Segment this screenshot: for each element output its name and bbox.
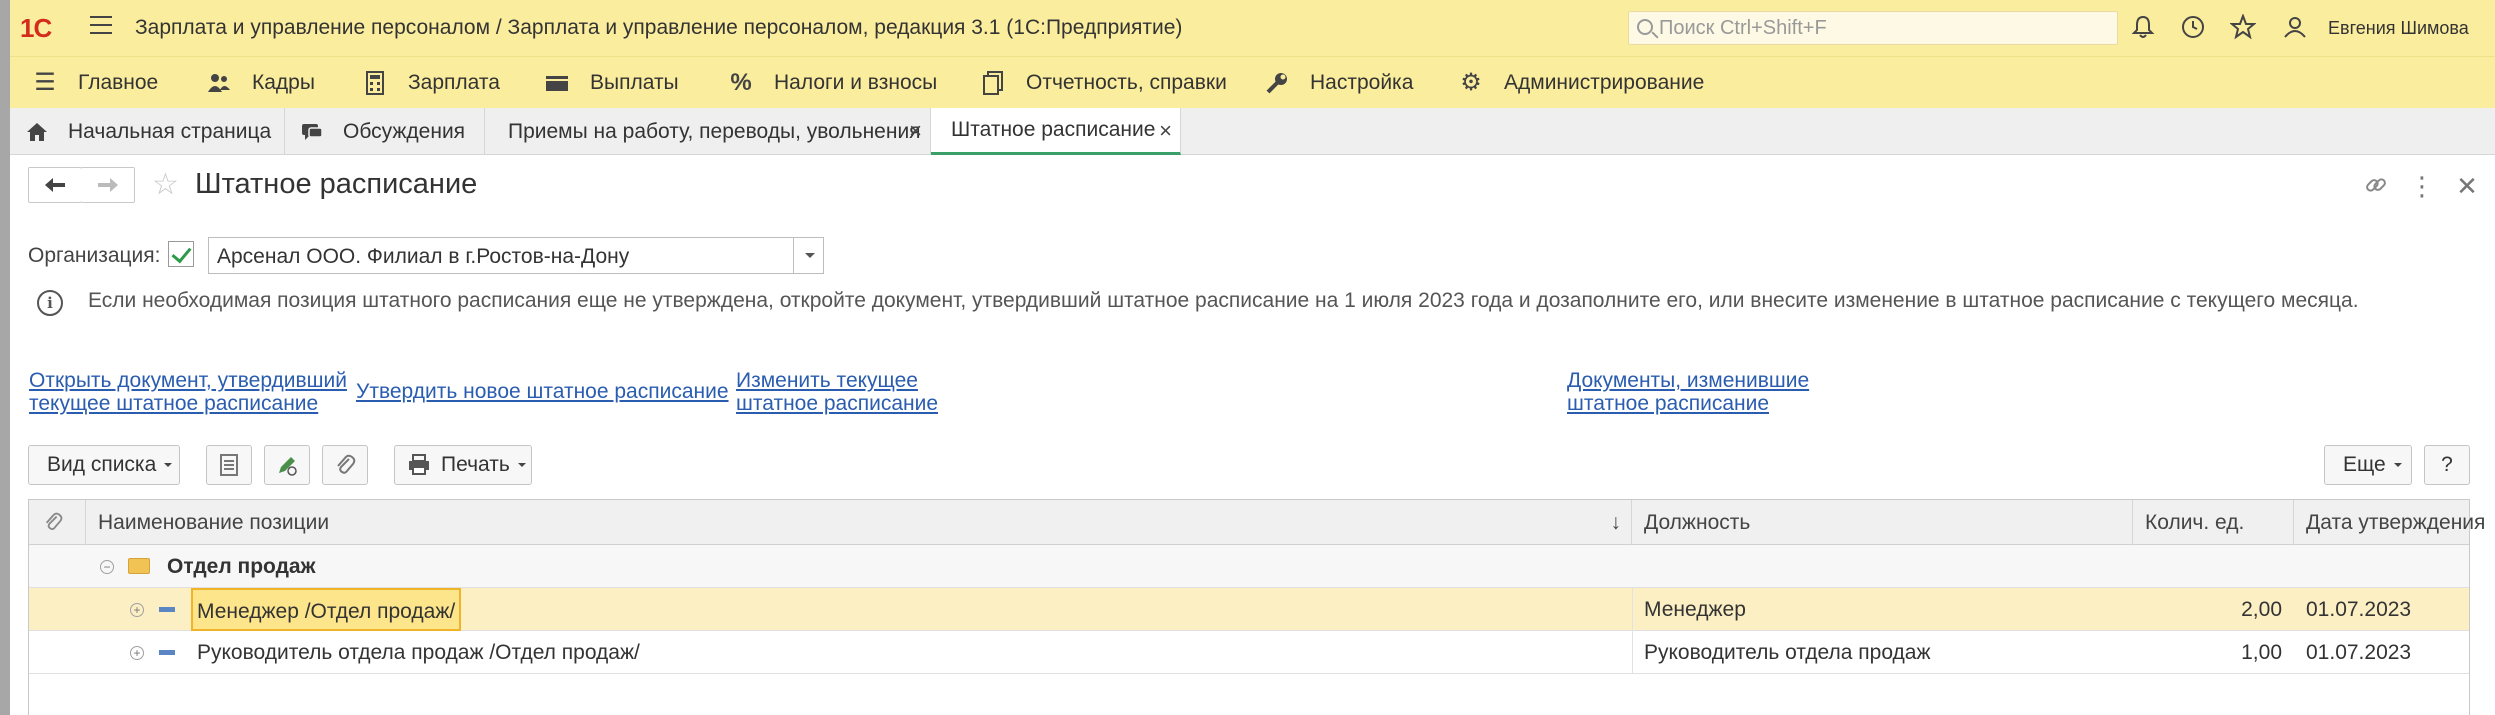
dropdown-caret-icon (2393, 463, 2402, 467)
group-name: Отдел продаж (167, 555, 316, 578)
changing-docs-link[interactable]: Документы, изменившие штатное расписание (1567, 369, 1809, 415)
tab-staffing[interactable]: Штатное расписание × (931, 108, 1181, 155)
org-value: Арсенал ООО. Филиал в г.Ростов-на-Дону (217, 245, 630, 268)
list-view-button[interactable]: Вид списка (28, 445, 180, 485)
wallet-icon (544, 70, 570, 96)
search-icon (1637, 19, 1653, 35)
table-row[interactable]: + Руководитель отдела продаж /Отдел прод… (29, 631, 2469, 674)
info-text: Если необходимая позиция штатного распис… (88, 289, 2359, 312)
paperclip-icon (45, 512, 63, 530)
row-position: Менеджер (1644, 598, 1746, 621)
menu-item-main[interactable]: ☰ Главное (32, 57, 158, 109)
table-header: Наименование позиции ↓ Должность Колич. … (29, 500, 2485, 545)
row-position: Руководитель отдела продаж (1644, 641, 1931, 664)
left-panel-strip (0, 0, 10, 715)
menu-item-taxes[interactable]: % Налоги и взносы (728, 57, 937, 109)
print-button[interactable]: Печать (394, 445, 532, 485)
info-icon: i (37, 290, 63, 316)
tab-hiring[interactable]: Приемы на работу, переводы, увольнения × (485, 108, 931, 155)
staffing-table: Наименование позиции ↓ Должность Колич. … (28, 499, 2485, 715)
chevron-down-icon[interactable] (793, 238, 823, 273)
folder-icon (128, 558, 150, 574)
table-row[interactable]: + Менеджер /Отдел продаж/ Менеджер 2,00 … (29, 588, 2469, 631)
row-name[interactable]: Менеджер /Отдел продаж/ (191, 588, 462, 631)
row-count: 2,00 (2241, 598, 2282, 621)
column-header-count[interactable]: Колич. ед. (2133, 500, 2294, 545)
more-vertical-icon[interactable]: ⋮ (2408, 172, 2436, 200)
column-divider (1632, 588, 1633, 674)
window-title: Зарплата и управление персоналом / Зарпл… (135, 16, 1183, 39)
column-header-position[interactable]: Должность (1632, 500, 2133, 545)
attachment-column-header[interactable] (29, 500, 86, 545)
change-current-link[interactable]: Изменить текущее штатное расписание (736, 369, 938, 415)
close-icon[interactable]: ✕ (2453, 172, 2481, 200)
forward-button[interactable] (81, 167, 135, 203)
close-tab-icon[interactable]: × (1159, 118, 1172, 144)
position-item-icon (159, 607, 175, 612)
title-bar: 1С Зарплата и управление персоналом / За… (10, 0, 2495, 56)
menu-item-hr[interactable]: Кадры (206, 57, 315, 109)
app-logo[interactable]: 1С (20, 13, 52, 44)
close-tab-icon[interactable]: × (909, 118, 922, 144)
home-icon (26, 121, 48, 143)
collapse-icon[interactable]: − (100, 560, 114, 574)
expand-icon[interactable]: + (130, 603, 144, 617)
link-icon[interactable] (2362, 172, 2390, 200)
gear-icon: ⚙ (1460, 69, 1482, 96)
percent-icon: % (730, 69, 752, 96)
paperclip-icon (337, 454, 356, 474)
table-group-row[interactable]: − Отдел продаж (29, 545, 2469, 588)
row-date: 01.07.2023 (2306, 641, 2412, 664)
menu-item-reports[interactable]: Отчетность, справки (980, 57, 1227, 109)
documents-icon (980, 70, 1006, 96)
expand-icon[interactable]: + (130, 646, 144, 660)
tabs-bar: Начальная страница Обсуждения Приемы на … (10, 108, 2495, 155)
menu-item-admin[interactable]: ⚙ Администрирование (1458, 57, 1704, 109)
report-button[interactable] (206, 445, 252, 485)
search-placeholder: Поиск Ctrl+Shift+F (1659, 17, 1827, 39)
user-name[interactable]: Евгения Шимова (2328, 18, 2469, 39)
main-menu-icon[interactable] (90, 16, 112, 38)
org-select[interactable]: Арсенал ООО. Филиал в г.Ростов-на-Дону (208, 237, 824, 274)
row-name: Руководитель отдела продаж /Отдел продаж… (197, 641, 640, 664)
star-icon[interactable] (2229, 13, 2257, 40)
menu-item-payments[interactable]: Выплаты (544, 57, 679, 109)
dropdown-caret-icon (517, 463, 526, 467)
column-header-date[interactable]: Дата утверждения (2294, 500, 2485, 545)
calculator-icon (362, 70, 388, 96)
tab-discussions[interactable]: Обсуждения (285, 108, 485, 155)
row-date: 01.07.2023 (2306, 598, 2412, 621)
people-icon (206, 70, 232, 96)
sort-desc-icon: ↓ (1610, 511, 1622, 534)
document-icon (220, 454, 238, 476)
edit-button[interactable] (264, 445, 310, 485)
user-icon[interactable] (2282, 14, 2308, 40)
main-menu-bar: ☰ Главное Кадры Зарплата Выплаты % Налоги … (10, 56, 2495, 108)
chat-icon (301, 121, 323, 143)
help-button[interactable]: ? (2424, 445, 2470, 485)
printer-icon (409, 454, 429, 475)
menu-icon: ☰ (34, 69, 56, 96)
open-approving-doc-link[interactable]: Открыть документ, утвердивший текущее шта… (29, 369, 347, 415)
attach-button[interactable] (322, 445, 368, 485)
menu-item-salary[interactable]: Зарплата (362, 57, 500, 109)
org-checkbox[interactable] (168, 241, 194, 267)
column-header-name[interactable]: Наименование позиции ↓ (86, 500, 1632, 545)
edit-pen-icon (279, 457, 297, 476)
global-search-input[interactable]: Поиск Ctrl+Shift+F (1628, 11, 2118, 45)
back-button[interactable] (28, 167, 82, 203)
more-button[interactable]: Еще (2324, 445, 2412, 485)
history-icon[interactable] (2180, 14, 2206, 40)
dropdown-caret-icon (164, 463, 173, 467)
favorite-star-icon[interactable]: ☆ (152, 170, 179, 200)
menu-item-settings[interactable]: Настройка (1264, 57, 1413, 109)
form-title: Штатное расписание (195, 168, 478, 200)
wrench-icon (1264, 70, 1290, 96)
row-count: 1,00 (2241, 641, 2282, 664)
bell-icon[interactable] (2130, 14, 2156, 40)
tab-home[interactable]: Начальная страница (10, 108, 285, 155)
position-item-icon (159, 650, 175, 655)
org-label: Организация: (28, 244, 161, 267)
approve-new-link[interactable]: Утвердить новое штатное расписание (356, 380, 729, 403)
